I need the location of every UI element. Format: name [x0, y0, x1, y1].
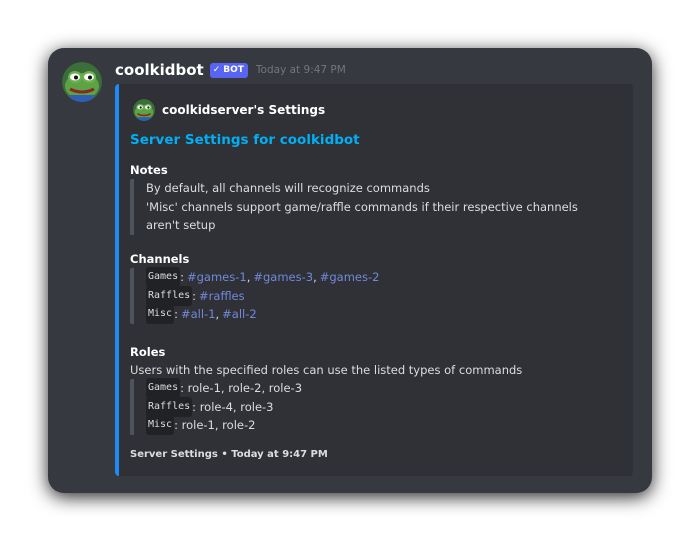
embed-footer: Server Settings • Today at 9:47 PM [130, 449, 328, 460]
notes-line: aren't setup [146, 218, 216, 233]
channel-row-games: Games: #games-1, #games-3, #games-2 [146, 267, 380, 288]
channel-mention[interactable]: #all-2 [222, 305, 257, 323]
embed-author-name: coolkidserver's Settings [162, 103, 326, 117]
notes-blockquote: By default, all channels will recognize … [130, 179, 578, 235]
channel-mention[interactable]: #games-1 [187, 268, 247, 286]
message-header: coolkidbot ✓ BOT Today at 9:47 PM [115, 61, 346, 79]
embed-author: coolkidserver's Settings [133, 99, 325, 121]
footer-text: Server Settings [130, 449, 218, 460]
roles-description: Users with the specified roles can use t… [130, 363, 523, 377]
role-list: role-1, role-2 [181, 418, 256, 433]
footer-separator: • [221, 449, 228, 460]
roles-blockquote: Games: role-1, role-2, role-3 Raffles: r… [130, 378, 303, 436]
channel-mention[interactable]: #raffles [199, 287, 245, 305]
channels-field-name: Channels [130, 252, 190, 266]
notes-line: By default, all channels will recognize … [146, 181, 430, 196]
channel-type-code: Games [146, 267, 181, 288]
message-card: coolkidbot ✓ BOT Today at 9:47 PM coolki… [48, 48, 652, 493]
footer-timestamp: Today at 9:47 PM [231, 449, 328, 460]
role-row-misc: Misc: role-1, role-2 [146, 415, 302, 436]
channel-mention[interactable]: #all-1 [181, 305, 216, 323]
role-row-games: Games: role-1, role-2, role-3 [146, 378, 303, 399]
channel-type-code: Raffles [146, 285, 193, 306]
channel-type-code: Misc [146, 304, 175, 325]
channels-blockquote: Games: #games-1, #games-3, #games-2 Raff… [130, 267, 380, 325]
channel-row-misc: Misc: #all-1, #all-2 [146, 304, 379, 325]
bot-badge-label: BOT [223, 64, 244, 75]
channel-row-raffles: Raffles: #raffles [146, 285, 379, 306]
notes-field-name: Notes [130, 163, 168, 177]
username[interactable]: coolkidbot [115, 61, 204, 79]
role-type-code: Raffles [146, 396, 193, 417]
role-list: role-1, role-2, role-3 [187, 381, 303, 396]
embed-title[interactable]: Server Settings for coolkidbot [130, 132, 360, 148]
check-icon: ✓ [212, 64, 221, 75]
role-type-code: Games [146, 378, 181, 399]
role-type-code: Misc [146, 415, 175, 436]
message-timestamp[interactable]: Today at 9:47 PM [256, 64, 346, 76]
role-row-raffles: Raffles: role-4, role-3 [146, 396, 302, 417]
pepe-frog-icon[interactable] [62, 62, 102, 102]
channel-mention[interactable]: #games-2 [320, 268, 380, 286]
bot-badge: ✓ BOT [209, 62, 248, 78]
role-list: role-4, role-3 [199, 399, 274, 414]
notes-line: 'Misc' channels support game/raffle comm… [146, 199, 578, 214]
roles-field-name: Roles [130, 345, 166, 359]
settings-embed: coolkidserver's Settings Server Settings… [115, 84, 633, 476]
channel-mention[interactable]: #games-3 [253, 268, 313, 286]
pepe-frog-icon [133, 99, 155, 121]
